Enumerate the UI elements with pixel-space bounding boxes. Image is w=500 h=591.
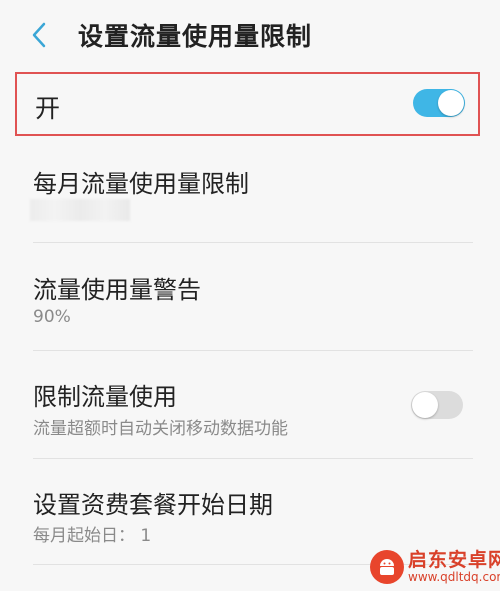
item-subtitle: 90% (33, 307, 71, 327)
master-toggle[interactable] (413, 89, 465, 117)
item-title: 设置资费套餐开始日期 (33, 491, 273, 519)
restrict-usage-toggle[interactable] (411, 391, 463, 419)
watermark: 启东安卓网 www.qdltdq.com (370, 548, 500, 586)
back-button[interactable] (22, 18, 56, 52)
list-item-monthly-limit[interactable]: 每月流量使用量限制 (0, 140, 500, 242)
list-item-restrict-usage[interactable]: 限制流量使用 流量超额时自动关闭移动数据功能 (0, 351, 500, 458)
blurred-value (30, 199, 130, 221)
chevron-left-icon (32, 22, 46, 48)
toggle-knob (412, 392, 438, 418)
watermark-name: 启东安卓网 (408, 548, 500, 571)
master-switch-label: 开 (35, 94, 61, 123)
list-item-usage-warning[interactable]: 流量使用量警告 90% (0, 243, 500, 350)
item-title: 限制流量使用 (33, 383, 177, 411)
item-subtitle: 每月起始日： 1 (33, 526, 152, 546)
item-title: 每月流量使用量限制 (33, 170, 249, 198)
item-title: 流量使用量警告 (33, 276, 201, 304)
header-bar: 设置流量使用量限制 (0, 0, 500, 70)
android-logo-icon (380, 559, 394, 575)
page-title: 设置流量使用量限制 (78, 22, 313, 51)
toggle-knob (438, 90, 464, 116)
master-switch-row[interactable]: 开 (15, 72, 480, 136)
watermark-logo (370, 550, 404, 584)
watermark-url: www.qdltdq.com (408, 569, 500, 584)
item-subtitle: 流量超额时自动关闭移动数据功能 (33, 419, 288, 439)
